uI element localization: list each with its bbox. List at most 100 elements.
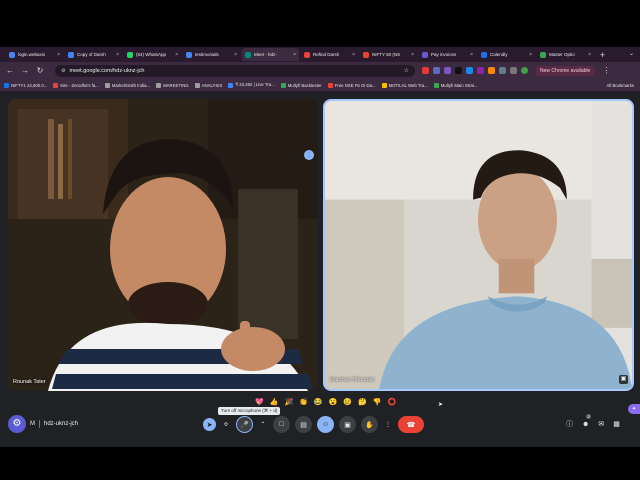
reload-icon[interactable]: ↻ xyxy=(36,66,44,75)
all-bookmarks-folder[interactable]: All Bookmarks xyxy=(607,83,634,88)
camera-button[interactable]: □ xyxy=(273,416,290,433)
reaction-emoji[interactable]: 😮 xyxy=(329,398,338,406)
tab-close-icon[interactable]: × xyxy=(588,52,591,58)
extension-icon[interactable] xyxy=(444,67,451,74)
tab-close-icon[interactable]: × xyxy=(470,52,473,58)
profile-avatar[interactable] xyxy=(521,67,528,74)
captions-button[interactable]: ▤ xyxy=(295,416,312,433)
participant-tile-darshan[interactable]: Darshan Bhandari ▣ xyxy=(323,99,634,391)
download-icon[interactable] xyxy=(510,67,517,74)
reactions-button[interactable]: ☺ xyxy=(317,416,334,433)
reaction-emoji[interactable]: ⭕ xyxy=(387,398,396,406)
extension-icon[interactable] xyxy=(477,67,484,74)
bookmark-item[interactable]: NIFTY1 24,600.0... xyxy=(4,82,47,88)
tab-label: Master Optio xyxy=(549,52,575,57)
meeting-info: ⚙ M hdz-uknz-jch xyxy=(8,415,78,433)
screen: login.webaxis × Copy of Darsh × (84) WhatsAp… xyxy=(0,0,640,480)
browser-tab[interactable]: login.webaxis × xyxy=(6,48,63,61)
browser-tab[interactable]: Copy of Darsh × xyxy=(65,48,122,61)
participant-name: Darshan Bhandari xyxy=(330,377,375,383)
tab-close-icon[interactable]: × xyxy=(57,52,60,58)
tab-close-icon[interactable]: × xyxy=(116,52,119,58)
new-chrome-available-button[interactable]: New Chrome available xyxy=(535,65,596,76)
meeting-code: hdz-uknz-jch xyxy=(44,421,79,427)
tile-more-options-icon[interactable]: ⋮ xyxy=(304,150,314,160)
browser-tab[interactable]: testimonials × xyxy=(183,48,240,61)
mic-options-chevron-icon[interactable]: ⌃ xyxy=(258,416,268,433)
browser-tab[interactable]: (84) WhatsApp × xyxy=(124,48,181,61)
bookmark-favicon-icon xyxy=(327,82,333,88)
bookmark-item[interactable]: ₹ 23,462 | Live Tra... xyxy=(228,82,275,88)
raise-hand-button[interactable]: ✋ xyxy=(361,416,378,433)
tab-search-icon[interactable]: ⌄ xyxy=(629,50,634,57)
tab-close-icon[interactable]: × xyxy=(234,52,237,58)
bookmark-favicon-icon xyxy=(4,82,9,88)
browser-tab[interactable]: Pay invoices × xyxy=(419,48,476,61)
present-screen-button[interactable]: ▣ xyxy=(339,416,356,433)
tab-label: Pay invoices xyxy=(431,52,457,57)
chat-icon[interactable]: ✉ xyxy=(598,420,604,428)
back-icon[interactable]: ← xyxy=(6,66,14,75)
bookmark-label: MOTILAL Web Tra... xyxy=(388,82,428,88)
reaction-emoji[interactable]: 👎 xyxy=(373,398,382,406)
send-icon[interactable]: ➤ xyxy=(203,418,216,431)
tab-close-icon[interactable]: × xyxy=(411,52,414,58)
forward-icon[interactable]: → xyxy=(21,66,29,75)
tab-label: Refind Darsh xyxy=(313,52,340,57)
tile-options-icon[interactable]: ▣ xyxy=(619,375,628,384)
participant-tile-rounak[interactable]: Rounak Tater xyxy=(8,99,318,391)
meet-control-bar: 💖 👍 🎉 👏 😂 😮 😢 🤔 👎 ⭕ Turn off microphone (⌘ + d) ⚙… xyxy=(0,391,640,447)
url-text: meet.google.com/hdz-uknz-jch xyxy=(69,67,145,74)
bookmark-item[interactable]: Kite - Zerodha's fa... xyxy=(53,82,99,88)
microphone-button[interactable]: 🎤 xyxy=(236,416,253,433)
extension-icon[interactable] xyxy=(422,67,429,74)
tab-close-icon[interactable]: × xyxy=(352,52,355,58)
browser-tab[interactable]: Meet - hdz- × xyxy=(242,48,299,61)
tab-close-icon[interactable]: × xyxy=(175,52,178,58)
browser-tab[interactable]: Refind Darsh × xyxy=(301,48,358,61)
bookmark-label: Free NSE F6 Oi Da... xyxy=(334,82,376,88)
reaction-emoji[interactable]: 😢 xyxy=(343,398,352,406)
extension-icon[interactable] xyxy=(455,67,462,74)
activities-icon[interactable]: ▦ xyxy=(613,420,620,428)
extension-icon[interactable] xyxy=(466,67,473,74)
assistant-gear-icon[interactable]: ⚙ xyxy=(8,415,26,433)
bookmark-item[interactable]: ANALYSIS xyxy=(194,82,222,88)
bookmark-item[interactable]: MOTILAL Web Tra... xyxy=(381,82,428,88)
bookmark-item[interactable]: MARKETING xyxy=(156,82,189,88)
bookmark-star-icon[interactable]: ☆ xyxy=(404,67,409,74)
people-icon[interactable]: ☻ 2 xyxy=(582,413,592,428)
browser-tab[interactable]: Calendly × xyxy=(478,48,535,61)
bookmark-item[interactable]: MarketSmith India... xyxy=(104,82,151,88)
bookmark-item[interactable]: Multyfi Backtester xyxy=(280,82,322,88)
tab-strip: login.webaxis × Copy of Darsh × (84) WhatsAp… xyxy=(0,47,640,62)
reaction-emoji[interactable]: 👍 xyxy=(270,398,279,406)
bookmark-label: Kite - Zerodha's fa... xyxy=(60,82,99,88)
bookmark-item[interactable]: Multyfi Main Strat... xyxy=(433,82,478,88)
reaction-emoji[interactable]: 🎉 xyxy=(284,398,293,406)
reaction-emoji[interactable]: 😂 xyxy=(314,398,323,406)
participant-name: Rounak Tater xyxy=(13,379,46,385)
address-bar[interactable]: ⚙ meet.google.com/hdz-uknz-jch ☆ xyxy=(55,64,415,77)
reaction-emoji[interactable]: 👏 xyxy=(299,398,308,406)
site-info-icon[interactable]: ⚙ xyxy=(61,68,65,74)
extension-icon[interactable] xyxy=(488,67,495,74)
bookmark-item[interactable]: Free NSE F6 Oi Da... xyxy=(327,82,376,88)
browser-tab[interactable]: NIFTY 50 (NS × xyxy=(360,48,417,61)
tab-close-icon[interactable]: × xyxy=(293,52,296,58)
more-options-icon[interactable]: ⋮ xyxy=(383,416,393,433)
extensions-puzzle-icon[interactable] xyxy=(499,67,506,74)
reaction-emoji[interactable]: 💖 xyxy=(255,398,264,406)
bookmarks-bar: NIFTY1 24,600.0... Kite - Zerodha's fa...… xyxy=(0,79,640,92)
leave-call-button[interactable]: ☎ xyxy=(398,416,424,433)
new-tab-button[interactable]: + xyxy=(600,50,605,60)
menu-dots-icon[interactable]: ⋮ xyxy=(602,66,610,75)
meeting-details-icon[interactable]: ⓘ xyxy=(566,419,573,429)
bookmark-label: ₹ 23,462 | Live Tra... xyxy=(235,82,275,87)
bookmark-label: MarketSmith India... xyxy=(111,82,151,88)
reaction-emoji[interactable]: 🤔 xyxy=(358,398,367,406)
browser-tab[interactable]: Master Optio × xyxy=(537,48,594,61)
tab-close-icon[interactable]: × xyxy=(529,52,532,58)
tab-favicon-icon xyxy=(186,51,192,58)
extension-icon[interactable] xyxy=(433,67,440,74)
